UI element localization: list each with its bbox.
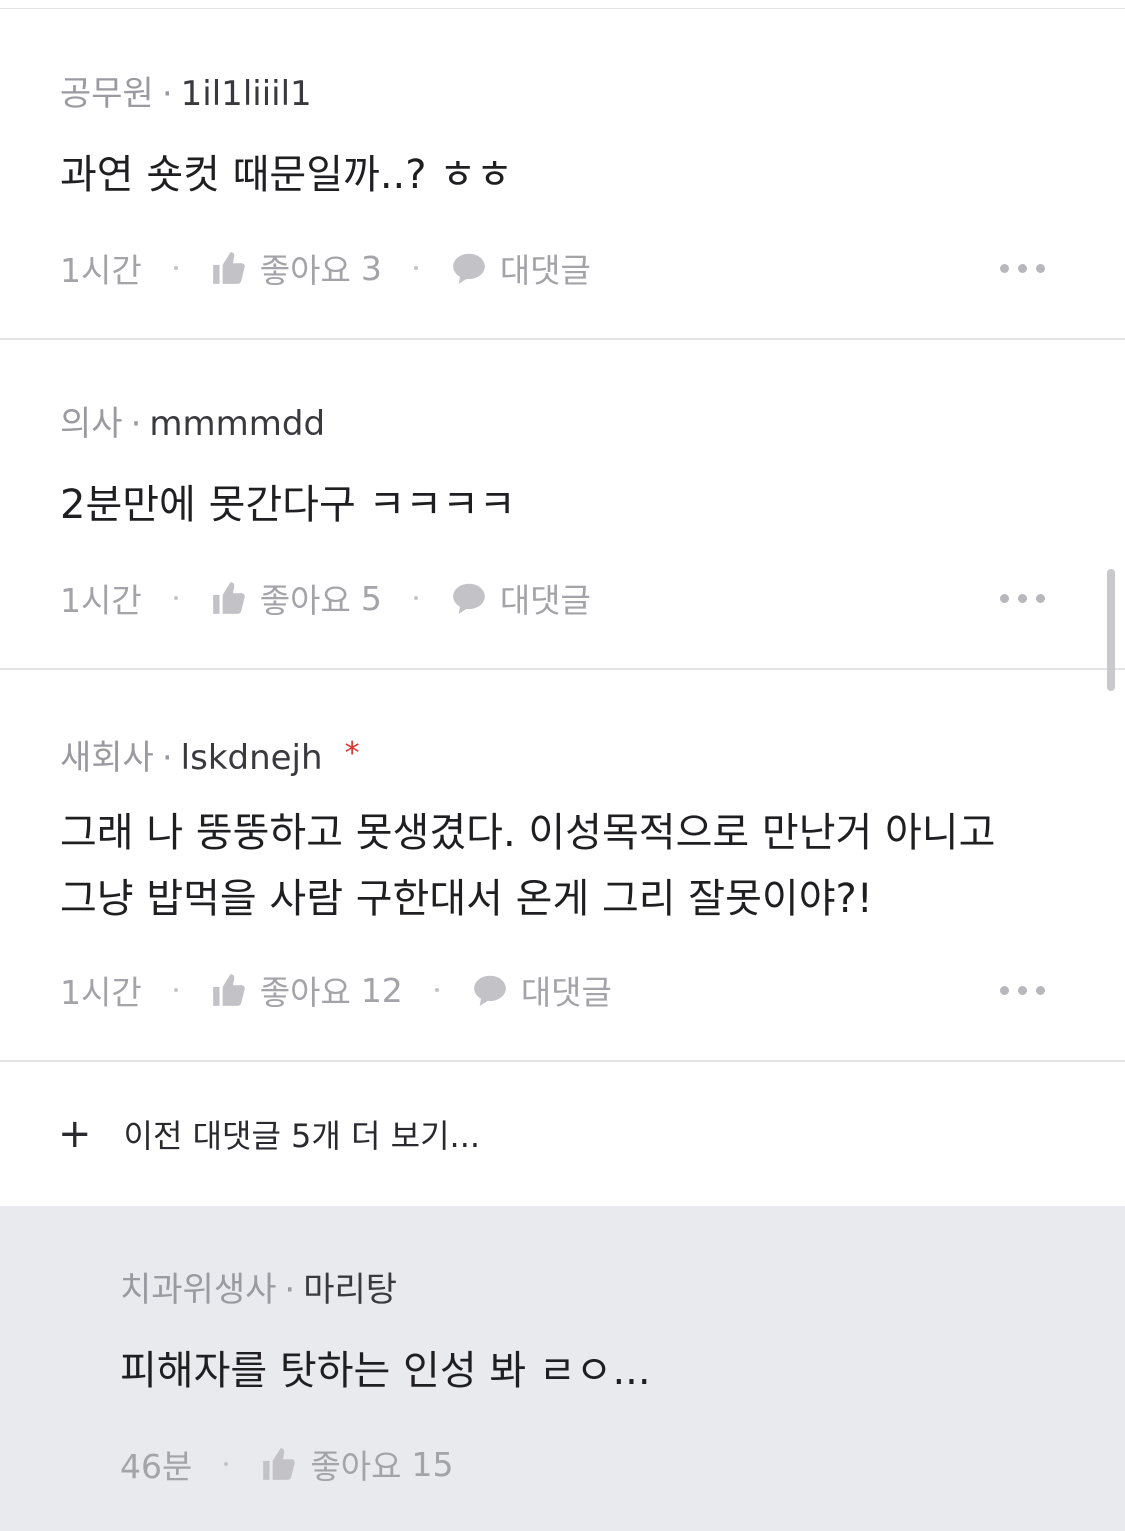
action-separator (413, 266, 418, 270)
reply-button[interactable]: 대댓글 (450, 244, 591, 292)
more-options-button[interactable] (1000, 588, 1045, 609)
speech-bubble-icon (471, 971, 509, 1009)
more-dot (1036, 593, 1045, 603)
comment-actions: 46분 좋아요 15 (120, 1440, 1045, 1488)
like-button[interactable]: 좋아요 5 (210, 574, 382, 622)
like-label: 좋아요 (259, 973, 351, 1012)
meta-separator: · (284, 1270, 296, 1310)
like-count: 12 (360, 970, 403, 1010)
action-separator (413, 596, 418, 600)
meta-separator: · (161, 738, 173, 778)
more-dot (1018, 263, 1027, 273)
thumbs-up-icon (210, 971, 248, 1009)
comment-text: 피해자를 탓하는 인성 봐 ㄹㅇ... (120, 1348, 651, 1394)
comment-meta: 치과위생사 · 마리탕 (120, 1270, 397, 1310)
reply-button[interactable]: 대댓글 (450, 574, 591, 622)
load-more-label: 이전 대댓글 5개 더 보기... (123, 1117, 481, 1155)
more-options-button[interactable] (1000, 258, 1045, 279)
author-nickname[interactable]: 1il1liiil1 (181, 74, 312, 114)
author-job: 의사 (60, 404, 123, 444)
like-label: 좋아요 (259, 581, 351, 620)
like-button[interactable]: 좋아요 3 (210, 244, 382, 292)
more-dot (1000, 593, 1009, 603)
divider (0, 8, 1125, 9)
action-separator (173, 988, 178, 992)
meta-separator: · (161, 74, 173, 114)
speech-bubble-icon (450, 579, 488, 617)
speech-bubble-icon (450, 249, 488, 287)
thumbs-up-icon (210, 249, 248, 287)
comment-text: 그래 나 뚱뚱하고 못생겼다. 이성목적으로 만난거 아니고 그냥 밥먹을 사람… (60, 810, 996, 922)
reply-label: 대댓글 (499, 251, 591, 290)
comment-text: 2분만에 못간다구 ㅋㅋㅋㅋ (60, 482, 516, 528)
more-dot (1036, 985, 1045, 995)
comment-actions: 1시간 좋아요 3 대댓글 (60, 246, 1045, 290)
comment-thread: 공무원 · 1il1liiil1 과연 숏컷 때문일까..? ㅎㅎ 1시간 좋아요 … (0, 0, 1125, 1531)
author-nickname[interactable]: mmmmdd (149, 404, 325, 444)
author-job: 치과위생사 (120, 1270, 277, 1310)
more-dot (1036, 263, 1045, 273)
reply-label: 대댓글 (499, 581, 591, 620)
comment-item: 공무원 · 1il1liiil1 과연 숏컷 때문일까..? ㅎㅎ 1시간 좋아요 … (0, 10, 1125, 340)
like-label: 좋아요 (259, 251, 351, 290)
action-separator (173, 266, 178, 270)
comment-actions: 1시간 좋아요 12 대댓글 (60, 968, 1045, 1012)
comment-text: 과연 숏컷 때문일까..? ㅎㅎ (60, 152, 513, 198)
flag-marker: * (344, 736, 360, 771)
scrollbar[interactable] (1107, 569, 1115, 691)
reply-button[interactable]: 대댓글 (471, 966, 612, 1014)
meta-separator: · (130, 404, 142, 444)
comment-meta: 공무원 · 1il1liiil1 (60, 74, 312, 114)
thumbs-up-icon (260, 1445, 298, 1483)
like-count: 3 (360, 248, 382, 288)
like-label: 좋아요 (310, 1447, 402, 1486)
more-dot (1018, 593, 1027, 603)
like-count: 15 (411, 1444, 454, 1484)
more-dot (1018, 985, 1027, 995)
more-dot (1000, 985, 1009, 995)
reply-item: 치과위생사 · 마리탕 피해자를 탓하는 인성 봐 ㄹㅇ... 46분 좋아요 15 (0, 1206, 1125, 1531)
plus-icon: + (58, 1111, 92, 1157)
comment-time: 1시간 (60, 251, 142, 290)
comment-item: 의사 · mmmmdd 2분만에 못간다구 ㅋㅋㅋㅋ 1시간 좋아요 5 대댓글 (0, 340, 1125, 670)
more-dot (1000, 263, 1009, 273)
more-options-button[interactable] (1000, 980, 1045, 1001)
comment-actions: 1시간 좋아요 5 대댓글 (60, 576, 1045, 620)
author-job: 새회사 (60, 738, 154, 778)
like-button[interactable]: 좋아요 15 (260, 1440, 453, 1488)
comment-item: 새회사 · lskdnejh * 그래 나 뚱뚱하고 못생겼다. 이성목적으로 만난거… (0, 670, 1125, 1062)
thumbs-up-icon (210, 579, 248, 617)
load-previous-replies-button[interactable]: + 이전 대댓글 5개 더 보기... (0, 1062, 1125, 1206)
comment-time: 46분 (120, 1447, 193, 1486)
comment-time: 1시간 (60, 581, 142, 620)
action-separator (173, 596, 178, 600)
reply-label: 대댓글 (520, 973, 612, 1012)
like-button[interactable]: 좋아요 12 (210, 966, 403, 1014)
like-count: 5 (360, 578, 382, 618)
author-job: 공무원 (60, 74, 154, 114)
comment-meta: 의사 · mmmmdd (60, 404, 325, 444)
author-nickname[interactable]: 마리탕 (303, 1270, 397, 1310)
action-separator (224, 1462, 229, 1466)
comment-time: 1시간 (60, 973, 142, 1012)
comment-meta: 새회사 · lskdnejh * (60, 734, 360, 778)
action-separator (434, 988, 439, 992)
author-nickname[interactable]: lskdnejh (181, 738, 323, 778)
